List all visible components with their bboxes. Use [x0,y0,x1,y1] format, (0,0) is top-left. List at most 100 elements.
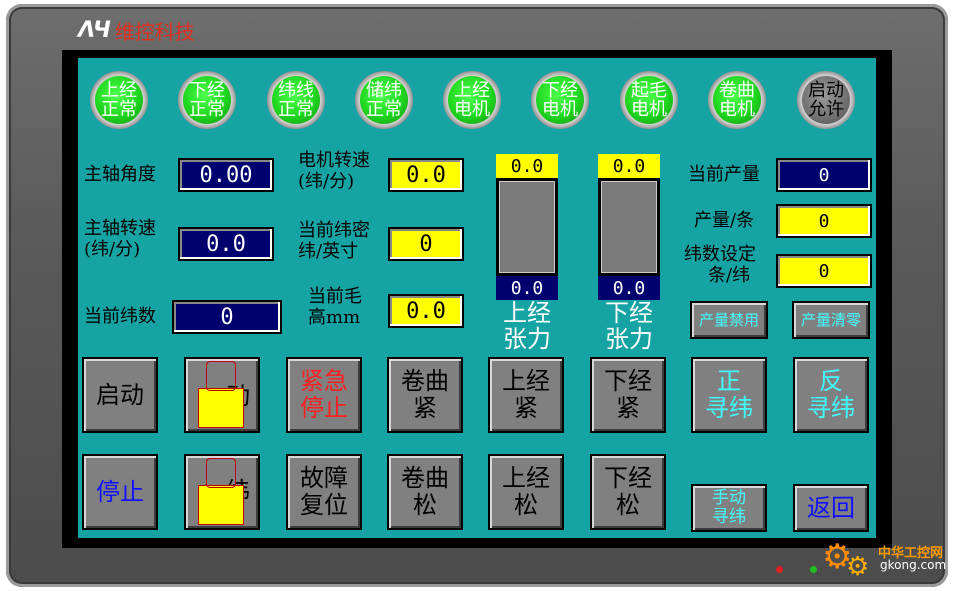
btn-line: 紧急 [300,367,348,395]
pile-height-value[interactable]: 0.0 [388,294,464,328]
upper-warp-tighten-button[interactable]: 上经紧 [488,357,564,433]
output-per-label: 产量/条 [694,210,755,231]
upper-warp-loosen-button[interactable]: 上经松 [488,454,564,530]
lamp-text: 下经 [189,80,225,101]
weft-density-value[interactable]: 0 [388,227,464,261]
lamp-text: 允许 [808,99,844,120]
stop-button[interactable]: 停止 [82,454,158,530]
btn-line: 松 [616,491,640,519]
lower-warp-tighten-button[interactable]: 下经紧 [590,357,666,433]
upper-tension-setpoint: 0.0 [496,154,558,178]
watermark: ⚙ ⚙ 中华工控网 gkong.com [822,538,952,586]
motor-speed-unit: (纬/分) [298,171,355,192]
btn-line: 上经 [502,464,550,492]
lamp-pile-motor: 起毛 电机 [620,71,678,129]
lamp-text: 正常 [189,99,225,120]
curl-loosen-button[interactable]: 卷曲松 [387,454,463,530]
pile-height-label: 当前毛 [308,286,362,307]
start-button[interactable]: 启动 [82,357,158,433]
run-led [810,566,817,573]
gauge-label-line: 下经 [605,299,653,327]
lamp-upper-warp-normal: 上经 正常 [90,71,148,129]
gauge-label-line: 张力 [503,325,551,353]
lamp-text: 上经 [101,80,137,101]
lamp-weft-normal: 纬线 正常 [267,71,325,129]
btn-line: 下经 [604,367,652,395]
curl-tighten-button[interactable]: 卷曲紧 [387,357,463,433]
btn-line: 紧 [413,394,437,422]
output-clear-button[interactable]: 产量清零 [792,301,870,339]
hmi-screen: 上经 正常 下经 正常 纬线 正常 储纬 正常 上经 电机 下经 电机 起毛 电机 卷曲 电机 … [78,58,876,538]
lamp-lower-warp-motor: 下经 电机 [531,71,589,129]
output-disable-button[interactable]: 产量禁用 [690,301,768,339]
lamp-start-allowed: 启动 允许 [797,71,855,129]
overlay-box [198,388,244,428]
brand-logo: ΛЧ [78,17,111,43]
lamp-text: 电机 [542,99,578,120]
lamp-text: 正常 [366,99,402,120]
weft-count-value: 0 [172,300,282,334]
lamp-text: 储纬 [366,80,402,101]
overlay-box [198,485,244,525]
motor-speed-value[interactable]: 0.0 [388,158,464,192]
lamp-weft-storage-normal: 储纬 正常 [355,71,413,129]
emergency-stop-button[interactable]: 紧急 停止 [286,357,362,433]
btn-line: 卷曲 [401,464,449,492]
btn-line: 寻纬 [705,394,753,422]
weft-density-label: 当前纬密 [298,220,370,241]
lower-tension-label: 下经 张力 [598,300,660,352]
lower-tension-actual: 0.0 [598,276,660,300]
lamp-text: 起毛 [631,80,667,101]
watermark-url: gkong.com [880,558,947,572]
reverse-seek-weft-button[interactable]: 反寻纬 [793,357,869,433]
lower-tension-setpoint: 0.0 [598,154,660,178]
lower-warp-tension-gauge: 0.0 0.0 [598,154,660,300]
gauge-label-line: 上经 [503,299,551,327]
lower-tension-bar [598,178,660,276]
btn-line: 松 [413,491,437,519]
motor-speed-label: 电机转速 [298,150,370,171]
lamp-text: 下经 [542,80,578,101]
btn-line: 紧 [616,394,640,422]
brand: ΛЧ 维控科技 [78,16,195,44]
btn-line: 停止 [300,394,348,422]
btn-line: 手动 [712,488,746,508]
lamp-text: 电机 [719,99,755,120]
lower-warp-loosen-button[interactable]: 下经松 [590,454,666,530]
manual-seek-weft-button[interactable]: 手动 寻纬 [691,484,767,532]
btn-line: 正 [717,367,741,395]
weft-set-unit: 条/纬 [708,265,751,286]
lamp-text: 正常 [101,99,137,120]
btn-line: 紧 [514,394,538,422]
weft-set-value[interactable]: 0 [776,254,872,288]
output-per-value[interactable]: 0 [776,204,872,238]
btn-line: 上经 [502,367,550,395]
pile-height-unit: 高mm [308,307,361,328]
upper-tension-actual: 0.0 [496,276,558,300]
overlay-outline [206,361,236,391]
spindle-speed-unit: (纬/分) [84,239,141,260]
lamp-text: 电机 [454,99,490,120]
btn-line: 寻纬 [712,507,746,527]
output-label: 当前产量 [688,164,760,185]
spindle-speed-label: 主轴转速 [84,218,156,239]
btn-line: 复位 [300,491,348,519]
gauge-label-line: 张力 [605,325,653,353]
btn-line: 卷曲 [401,367,449,395]
back-button[interactable]: 返回 [793,484,869,532]
overlay-outline [206,458,236,488]
forward-seek-weft-button[interactable]: 正寻纬 [691,357,767,433]
weft-count-label: 当前纬数 [84,306,156,327]
btn-line: 松 [514,491,538,519]
lamp-text: 电机 [631,99,667,120]
fault-reset-button[interactable]: 故障 复位 [286,454,362,530]
btn-line: 下经 [604,464,652,492]
lamp-text: 正常 [278,99,314,120]
upper-tension-label: 上经 张力 [496,300,558,352]
weft-set-label: 纬数设定 [684,244,756,265]
lamp-text: 上经 [454,80,490,101]
spindle-speed-value: 0.0 [178,227,274,261]
btn-line: 寻纬 [807,394,855,422]
lamp-text: 启动 [808,80,844,101]
brand-name: 维控科技 [114,19,195,44]
